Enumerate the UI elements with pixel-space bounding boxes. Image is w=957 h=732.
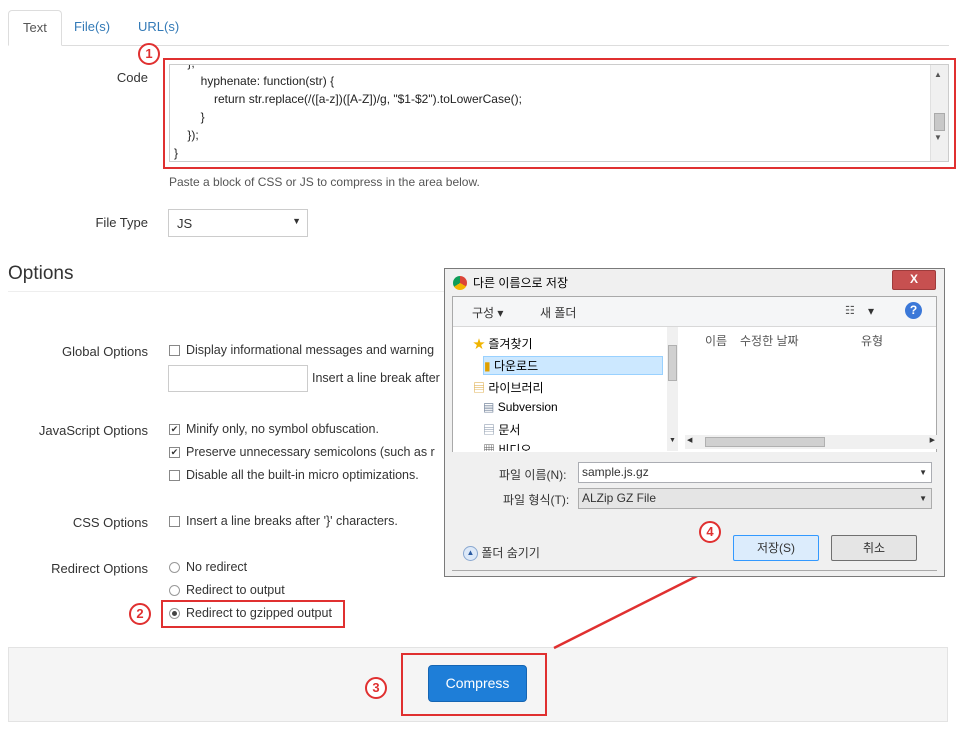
filename-label: 파일 이름(N):	[499, 468, 567, 482]
chevron-down-icon: ▼	[919, 468, 927, 477]
nav-subversion[interactable]: ▤ Subversion	[483, 400, 558, 414]
view-menu-button[interactable]: ▾	[868, 304, 874, 318]
download-folder-icon: ▮	[484, 359, 491, 373]
filetype-value: ALZip GZ File	[582, 491, 657, 505]
star-icon: ★	[473, 337, 486, 351]
marker-4: 4	[699, 521, 721, 543]
column-modified[interactable]: 수정한 날짜	[740, 332, 799, 349]
filetype-label: 파일 형식(T):	[503, 493, 570, 507]
help-icon[interactable]: ?	[905, 302, 922, 319]
new-folder-button[interactable]: 새 폴더	[540, 304, 576, 321]
file-list-hscroll[interactable]: ◀ ▶	[685, 435, 937, 449]
dialog-toolbar: 구성 ▾ 새 폴더 ☷ ▾ ?	[453, 297, 936, 327]
nav-libraries-label: 라이브러리	[488, 381, 544, 395]
save-button[interactable]: 저장(S)	[733, 535, 819, 561]
hide-folders-label: 폴더 숨기기	[481, 546, 540, 560]
nav-videos-label: 비디오	[498, 443, 532, 451]
nav-libraries[interactable]: ▤ 라이브러리	[473, 379, 544, 396]
filetype-select[interactable]: ALZip GZ File ▼	[578, 488, 932, 509]
column-name[interactable]: 이름	[705, 332, 727, 349]
cancel-button[interactable]: 취소	[831, 535, 917, 561]
dialog-titlebar: 다른 이름으로 저장	[445, 269, 944, 297]
column-type[interactable]: 유형	[861, 332, 883, 349]
nav-subversion-label: Subversion	[497, 400, 558, 414]
dialog-close-button[interactable]: X	[892, 270, 936, 290]
library-icon: ▤	[473, 381, 486, 395]
video-icon: ▦	[483, 443, 496, 451]
organize-button[interactable]: 구성 ▾	[472, 304, 503, 321]
hscroll-thumb[interactable]	[705, 437, 825, 447]
file-list: 이름 수정한 날짜 유형 ◀ ▶	[685, 327, 937, 451]
view-icon[interactable]: ☷	[845, 304, 855, 317]
nav-favorites[interactable]: ★ 즐겨찾기	[473, 335, 533, 352]
filename-input[interactable]: sample.js.gz ▼	[578, 462, 932, 483]
folder-tree: ★ 즐겨찾기 ▮ 다운로드 ▤ 라이브러리 ▤ Subversion ▤ 문서 …	[453, 327, 678, 451]
nav-scroll-thumb[interactable]	[668, 345, 677, 381]
scroll-left-icon[interactable]: ◀	[687, 436, 692, 444]
document-icon: ▤	[483, 400, 495, 414]
nav-downloads-label: 다운로드	[493, 359, 539, 373]
nav-documents[interactable]: ▤ 문서	[483, 421, 520, 438]
chevron-up-icon: ▲	[463, 546, 478, 562]
document-icon: ▤	[483, 423, 496, 437]
chrome-icon	[453, 276, 467, 290]
chevron-down-icon: ▼	[919, 494, 927, 503]
hide-folders-toggle[interactable]: ▲ 폴더 숨기기	[463, 544, 540, 562]
save-dialog: 다른 이름으로 저장 X 구성 ▾ 새 폴더 ☷ ▾ ? ★ 즐겨찾기 ▮ 다운…	[444, 268, 945, 577]
scroll-right-icon[interactable]: ▶	[930, 436, 935, 444]
nav-favorites-label: 즐겨찾기	[488, 337, 533, 351]
nav-scrollbar[interactable]: ▼	[667, 327, 678, 451]
filename-value: sample.js.gz	[582, 465, 649, 479]
scroll-down-icon[interactable]: ▼	[669, 437, 676, 444]
nav-downloads[interactable]: ▮ 다운로드	[483, 356, 663, 375]
nav-documents-label: 문서	[498, 423, 521, 437]
nav-videos[interactable]: ▦ 비디오	[483, 441, 531, 451]
dialog-title: 다른 이름으로 저장	[473, 276, 568, 290]
